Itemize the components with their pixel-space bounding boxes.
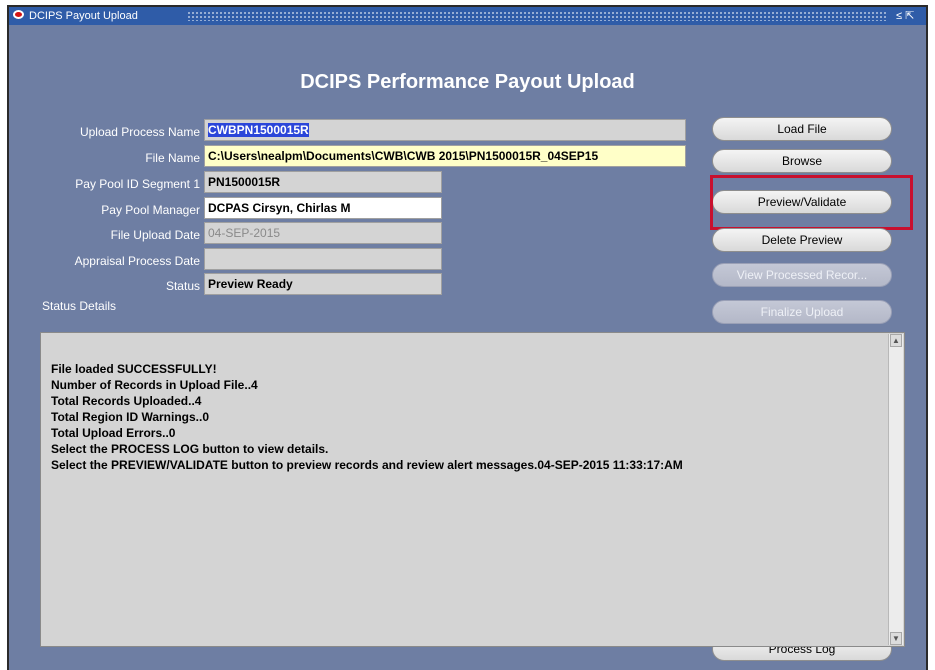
- status-line: Select the PROCESS LOG button to view de…: [51, 442, 329, 456]
- file-upload-date-label: File Upload Date: [110, 228, 200, 242]
- status-line: Total Records Uploaded..4: [51, 394, 202, 408]
- status-label: Status: [165, 279, 200, 293]
- oracle-form-window: DCIPS Payout Upload ≤ ⇱ DCIPS Performanc…: [7, 5, 928, 670]
- delete-preview-button[interactable]: Delete Preview: [712, 228, 892, 252]
- status-line: Select the PREVIEW/VALIDATE button to pr…: [51, 458, 683, 472]
- pay-pool-manager-label: Pay Pool Manager: [101, 203, 200, 217]
- status-line: Total Region ID Warnings..0: [51, 410, 210, 424]
- file-name-field[interactable]: C:\Users\nealpm\Documents\CWB\CWB 2015\P…: [204, 145, 686, 167]
- file-name-label: File Name: [145, 151, 200, 165]
- status-details-scrollbar[interactable]: ▲ ▼: [888, 334, 903, 645]
- upload-process-name-value: CWBPN1500015R: [208, 123, 309, 137]
- status-line: Number of Records in Upload File..4: [51, 378, 258, 392]
- screenshot-frame: DCIPS Payout Upload ≤ ⇱ DCIPS Performanc…: [0, 0, 935, 670]
- upload-process-name-label: Upload Process Name: [79, 125, 200, 139]
- titlebar-texture: [187, 11, 887, 21]
- view-processed-records-button[interactable]: View Processed Recor...: [712, 263, 892, 287]
- preview-validate-highlight: [710, 175, 913, 230]
- form-heading: DCIPS Performance Payout Upload: [300, 71, 635, 93]
- status-details-area[interactable]: File loaded SUCCESSFULLY! Number of Reco…: [40, 332, 905, 647]
- load-file-button[interactable]: Load File: [712, 117, 892, 141]
- appraisal-process-date-field[interactable]: [204, 248, 442, 270]
- status-line: File loaded SUCCESSFULLY!: [51, 362, 217, 376]
- window-titlebar: DCIPS Payout Upload ≤ ⇱: [9, 7, 926, 25]
- scroll-up-arrow-icon[interactable]: ▲: [890, 334, 902, 347]
- pay-pool-manager-field[interactable]: DCPAS Cirsyn, Chirlas M: [204, 197, 442, 219]
- window-title: DCIPS Payout Upload: [29, 10, 138, 22]
- pay-pool-id-label: Pay Pool ID Segment 1: [75, 177, 200, 191]
- oracle-logo-icon: [13, 10, 24, 19]
- file-upload-date-field[interactable]: 04-SEP-2015: [204, 222, 442, 244]
- finalize-upload-button[interactable]: Finalize Upload: [712, 300, 892, 324]
- scroll-down-arrow-icon[interactable]: ▼: [890, 632, 902, 645]
- upload-process-name-field[interactable]: CWBPN1500015R: [204, 119, 686, 141]
- browse-button[interactable]: Browse: [712, 149, 892, 173]
- appraisal-process-date-label: Appraisal Process Date: [74, 254, 200, 268]
- status-details-label: Status Details: [42, 299, 117, 313]
- status-field[interactable]: Preview Ready: [204, 273, 442, 295]
- status-details-text: File loaded SUCCESSFULLY! Number of Reco…: [51, 361, 683, 473]
- window-controls-icon[interactable]: ≤ ⇱: [896, 9, 914, 23]
- status-line: Total Upload Errors..0: [51, 426, 176, 440]
- pay-pool-id-field[interactable]: PN1500015R: [204, 171, 442, 193]
